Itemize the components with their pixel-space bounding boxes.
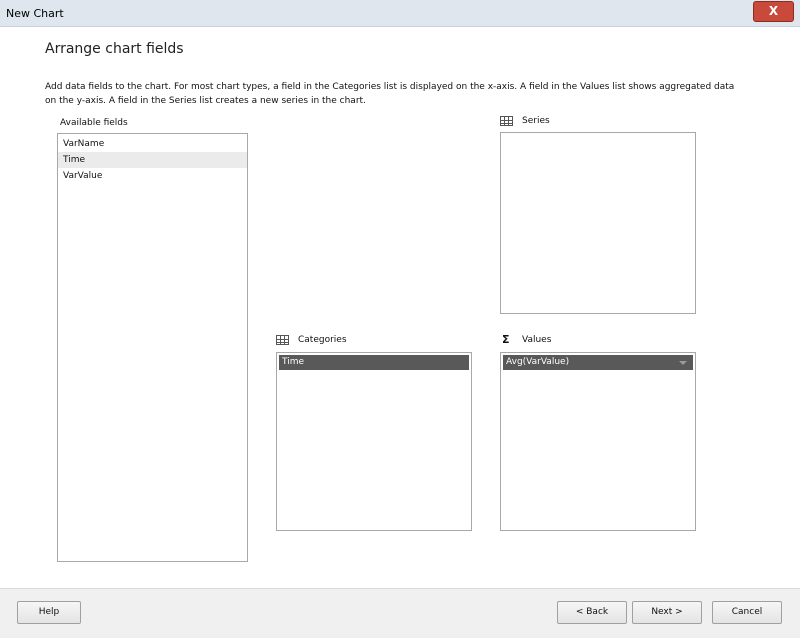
available-fields-label: Available fields	[60, 118, 128, 128]
table-icon	[500, 116, 513, 126]
new-chart-dialog: New Chart X Arrange chart fields Add dat…	[0, 0, 800, 638]
list-item-time[interactable]: Time	[58, 152, 247, 168]
series-drop-zone[interactable]	[500, 132, 696, 314]
title-bar: New Chart X	[0, 0, 800, 27]
series-label: Series	[522, 116, 550, 126]
back-button[interactable]: < Back	[557, 601, 627, 624]
sigma-icon: Σ	[502, 333, 510, 346]
close-icon: X	[768, 4, 779, 18]
categories-label: Categories	[298, 335, 347, 345]
values-label: Values	[522, 335, 552, 345]
categories-drop-zone[interactable]: Time	[276, 352, 472, 531]
list-item-varname[interactable]: VarName	[58, 136, 247, 152]
available-fields-list[interactable]: VarName Time VarValue	[57, 133, 248, 562]
chevron-down-icon[interactable]	[679, 361, 687, 365]
value-item-label: Avg(VarValue)	[506, 357, 570, 367]
dialog-footer: Help < Back Next > Cancel	[0, 588, 800, 638]
next-button[interactable]: Next >	[632, 601, 702, 624]
close-button[interactable]: X	[753, 1, 794, 22]
category-item-time[interactable]: Time	[279, 355, 469, 370]
window-title: New Chart	[6, 7, 64, 20]
values-drop-zone[interactable]: Avg(VarValue)	[500, 352, 696, 531]
cancel-button[interactable]: Cancel	[712, 601, 782, 624]
page-heading: Arrange chart fields	[45, 41, 184, 57]
category-item-label: Time	[282, 357, 305, 367]
help-button[interactable]: Help	[17, 601, 81, 624]
value-item-avg-varvalue[interactable]: Avg(VarValue)	[503, 355, 693, 370]
page-description: Add data fields to the chart. For most c…	[45, 82, 735, 106]
list-item-varvalue[interactable]: VarValue	[58, 168, 247, 184]
table-icon	[276, 335, 289, 345]
